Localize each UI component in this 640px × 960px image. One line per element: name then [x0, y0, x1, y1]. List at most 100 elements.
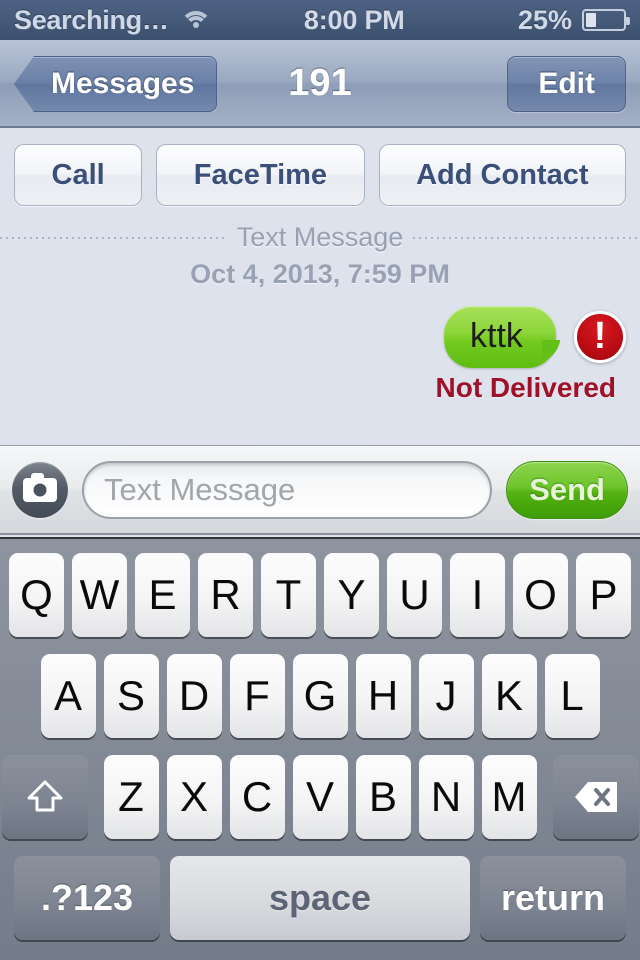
- key-k[interactable]: K: [481, 654, 537, 738]
- key-label: H: [367, 672, 399, 719]
- key-q[interactable]: Q: [9, 553, 64, 637]
- shift-arrow-icon[interactable]: [1, 755, 88, 839]
- edit-button-label: Edit: [538, 67, 595, 100]
- message-row: kttk !: [0, 306, 640, 368]
- key-u[interactable]: U: [387, 553, 442, 637]
- key-v[interactable]: V: [292, 755, 348, 839]
- key-w[interactable]: W: [72, 553, 127, 637]
- key-a[interactable]: A: [40, 654, 96, 738]
- facetime-button-label: FaceTime: [193, 158, 328, 191]
- keyboard-row-4: .?123 space return: [0, 856, 640, 940]
- key-label: G: [303, 672, 337, 719]
- key-label: C: [241, 773, 273, 820]
- keyboard-row-1: Q W E R T Y U I O P: [0, 553, 640, 637]
- key-o[interactable]: O: [513, 553, 568, 637]
- key-label: Z: [118, 773, 144, 820]
- call-button-label: Call: [51, 158, 105, 191]
- send-button-label: Send: [529, 471, 605, 507]
- keyboard-row-3: Z X C V B N M: [0, 755, 640, 839]
- key-label: U: [399, 571, 430, 618]
- status-bar-left: Searching…: [14, 4, 212, 36]
- key-label: L: [560, 672, 584, 719]
- divider-line-left: [0, 236, 227, 239]
- key-m[interactable]: M: [481, 755, 537, 839]
- key-z[interactable]: Z: [103, 755, 159, 839]
- contact-actions-bar: Call FaceTime Add Contact: [0, 130, 640, 206]
- wifi-icon: [179, 8, 212, 32]
- key-label: P: [589, 571, 618, 618]
- key-g[interactable]: G: [292, 654, 348, 738]
- add-contact-button-label: Add Contact: [416, 158, 589, 191]
- message-timestamp: Oct 4, 2013, 7:59 PM: [190, 259, 450, 289]
- key-j[interactable]: J: [418, 654, 474, 738]
- exclamation-circle-icon[interactable]: !: [574, 311, 626, 363]
- key-label: D: [178, 672, 210, 719]
- add-contact-button[interactable]: Add Contact: [378, 144, 627, 206]
- key-label: X: [179, 773, 208, 820]
- onscreen-keyboard: Q W E R T Y U I O P A S D F G H J K L Z …: [0, 537, 640, 960]
- keyboard-row-2: A S D F G H J K L: [0, 654, 640, 738]
- backspace-icon[interactable]: [552, 755, 639, 839]
- divider-line-right: [413, 236, 640, 239]
- battery-icon: [582, 9, 630, 31]
- key-y[interactable]: Y: [324, 553, 379, 637]
- key-label: I: [471, 571, 484, 618]
- status-bar: Searching… 8:00 PM 25%: [0, 0, 640, 40]
- key-e[interactable]: E: [135, 553, 190, 637]
- shift-glyph: [26, 779, 64, 815]
- navigation-bar: Messages 191 Edit: [0, 40, 640, 128]
- key-label: M: [491, 773, 527, 820]
- key-label: S: [116, 672, 145, 719]
- battery-percent-label: 25%: [517, 4, 572, 35]
- status-bar-clock: 8:00 PM: [303, 4, 405, 35]
- bubble-tail: [542, 340, 568, 366]
- key-label: W: [79, 571, 120, 618]
- key-c[interactable]: C: [229, 755, 285, 839]
- status-badge: Not Delivered: [435, 372, 617, 403]
- edit-button[interactable]: Edit: [507, 56, 626, 112]
- call-button[interactable]: Call: [14, 144, 143, 206]
- return-key-label: return: [500, 877, 605, 918]
- message-input-field[interactable]: Text Message: [82, 460, 493, 519]
- key-f[interactable]: F: [229, 654, 285, 738]
- camera-glyph: [23, 472, 57, 502]
- key-l[interactable]: L: [544, 654, 600, 738]
- space-key-label: space: [268, 877, 372, 918]
- key-b[interactable]: B: [355, 755, 411, 839]
- key-i[interactable]: I: [450, 553, 505, 637]
- message-bubble-outgoing[interactable]: kttk: [444, 306, 556, 368]
- send-button[interactable]: Send: [506, 460, 628, 519]
- key-p[interactable]: P: [576, 553, 631, 637]
- facetime-button[interactable]: FaceTime: [156, 144, 365, 206]
- key-s[interactable]: S: [103, 654, 159, 738]
- numeric-mode-label: .?123: [40, 877, 134, 918]
- carrier-label: Searching…: [14, 4, 169, 35]
- key-h[interactable]: H: [355, 654, 411, 738]
- return-key[interactable]: return: [480, 856, 626, 940]
- key-n[interactable]: N: [418, 755, 474, 839]
- key-label: Q: [20, 571, 53, 618]
- back-button-messages[interactable]: Messages: [14, 56, 218, 112]
- key-t[interactable]: T: [261, 553, 316, 637]
- space-key[interactable]: space: [170, 856, 470, 940]
- key-label: Y: [337, 571, 366, 618]
- message-type-label: Text Message: [236, 222, 404, 252]
- camera-icon[interactable]: [12, 461, 68, 518]
- message-input-toolbar: Text Message Send: [0, 445, 640, 535]
- key-label: F: [244, 672, 270, 719]
- key-d[interactable]: D: [166, 654, 222, 738]
- backspace-glyph: [573, 780, 619, 814]
- key-label: B: [368, 773, 397, 820]
- key-x[interactable]: X: [166, 755, 222, 839]
- key-r[interactable]: R: [198, 553, 253, 637]
- key-label: V: [305, 773, 334, 820]
- key-label: J: [435, 672, 457, 719]
- message-text: kttk: [470, 317, 523, 355]
- iphone-screen: Searching… 8:00 PM 25% Messages 191 Edit…: [0, 0, 640, 960]
- numeric-mode-key[interactable]: .?123: [14, 856, 160, 940]
- message-input-placeholder: Text Message: [104, 471, 296, 507]
- key-label: T: [275, 571, 302, 618]
- key-label: E: [148, 571, 177, 618]
- message-type-divider: Text Message: [0, 222, 640, 253]
- conversation-area: Call FaceTime Add Contact Text Message O…: [0, 130, 640, 445]
